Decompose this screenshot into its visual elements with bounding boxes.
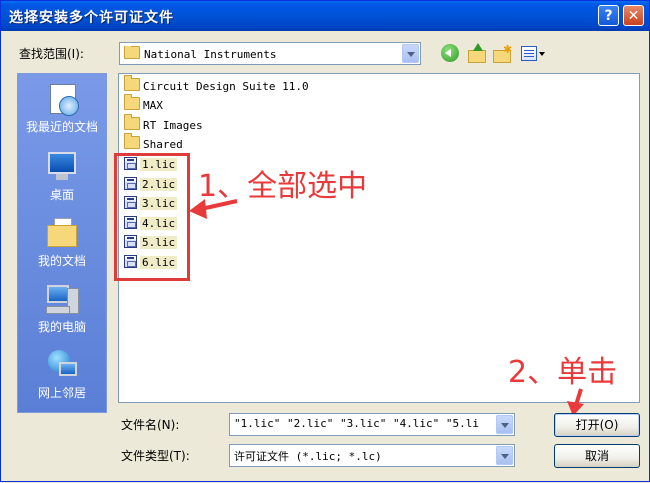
- place-label: 我的文档: [37, 254, 86, 268]
- place-label: 桌面: [49, 188, 74, 202]
- desktop-icon: [45, 150, 79, 184]
- chevron-down-icon: [539, 52, 545, 56]
- my-documents-icon: [45, 216, 79, 250]
- help-button[interactable]: ?: [598, 5, 619, 26]
- place-desktop[interactable]: 桌面: [18, 150, 106, 203]
- close-button[interactable]: ✕: [623, 5, 644, 26]
- cancel-button[interactable]: 取消: [554, 444, 640, 468]
- list-item[interactable]: Shared: [124, 133, 183, 154]
- place-my-documents[interactable]: 我的文档: [18, 216, 106, 269]
- recent-documents-icon: [45, 82, 79, 116]
- look-in-label: 查找范围(I):: [19, 47, 84, 61]
- window-title: 选择安装多个许可证文件: [9, 10, 174, 26]
- look-in-value: National Instruments: [144, 48, 277, 61]
- place-label: 网上邻居: [37, 386, 86, 400]
- list-item[interactable]: Circuit Design Suite 11.0: [124, 75, 309, 96]
- filename-input[interactable]: "1.lic" "2.lic" "3.lic" "4.lic" "5.li: [229, 413, 515, 436]
- annotation-step-1: 1、全部选中: [198, 169, 368, 204]
- folder-icon: [124, 114, 140, 130]
- place-label: 我最近的文档: [25, 120, 98, 134]
- chevron-down-icon[interactable]: [402, 44, 419, 63]
- annotation-step-2: 2、单击: [508, 355, 618, 390]
- new-folder-button[interactable]: ✱: [491, 42, 513, 64]
- folder-icon: [124, 46, 140, 59]
- places-bar: 我最近的文档 桌面 我的文档 我的电脑 网上邻居: [17, 73, 107, 413]
- place-recent-documents[interactable]: 我最近的文档: [18, 82, 106, 135]
- place-my-computer[interactable]: 我的电脑: [18, 282, 106, 335]
- chevron-down-icon[interactable]: [496, 446, 513, 465]
- filename-label: 文件名(N):: [121, 418, 180, 432]
- views-menu-icon: [521, 46, 537, 61]
- filetype-value: 许可证文件 (*.lic; *.lc): [234, 450, 382, 463]
- open-button[interactable]: 打开(O): [554, 413, 640, 437]
- filename-value: "1.lic" "2.lic" "3.lic" "4.lic" "5.li: [234, 417, 480, 430]
- up-folder-icon: [468, 50, 486, 63]
- my-computer-icon: [45, 282, 79, 316]
- list-item[interactable]: MAX: [124, 94, 163, 115]
- place-network[interactable]: 网上邻居: [18, 348, 106, 401]
- list-item[interactable]: RT Images: [124, 114, 203, 135]
- title-bar[interactable]: 选择安装多个许可证文件 ? ✕: [1, 1, 649, 31]
- folder-icon: [124, 75, 140, 91]
- look-in-dropdown[interactable]: National Instruments: [119, 42, 421, 65]
- folder-icon: [124, 94, 140, 110]
- place-label: 我的电脑: [37, 320, 86, 334]
- up-folder-button[interactable]: [466, 42, 488, 64]
- selection-highlight-box: [114, 153, 190, 281]
- back-button[interactable]: [439, 42, 461, 64]
- file-open-dialog: 选择安装多个许可证文件 ? ✕ 查找范围(I): National Instru…: [0, 0, 650, 482]
- views-menu-button[interactable]: [519, 42, 549, 64]
- filetype-dropdown[interactable]: 许可证文件 (*.lic; *.lc): [229, 444, 515, 467]
- chevron-down-icon[interactable]: [496, 415, 513, 434]
- filetype-label: 文件类型(T):: [121, 449, 190, 463]
- folder-icon: [124, 133, 140, 149]
- back-icon: [441, 44, 459, 62]
- network-places-icon: [45, 348, 79, 382]
